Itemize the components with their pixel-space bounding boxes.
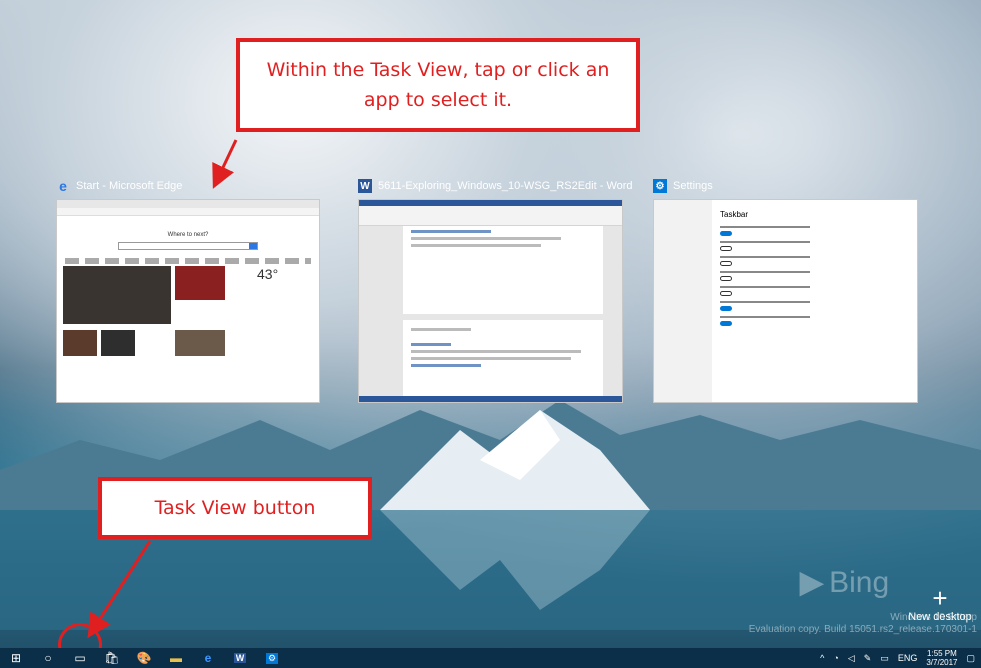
chevron-up-icon[interactable]: ^ [820,653,824,663]
arrow-to-edge [212,139,238,189]
window-title: Start - Microsoft Edge [76,180,183,192]
news-card [101,330,135,356]
start-icon[interactable]: ⊞ [0,648,32,668]
evaluation-watermark: Windows 10 Enterp Evaluation copy. Build… [749,612,977,636]
word-status-bar [359,396,622,402]
text-line [411,230,491,233]
file-explorer-icon[interactable]: ▬ [160,648,192,668]
text-line [411,357,571,360]
news-card [175,266,225,300]
settings-icon[interactable]: ⚙ [256,648,288,668]
option-label [720,226,810,228]
option-label [720,271,810,273]
word-document-area [359,226,622,402]
edge-search-heading: Where to next? [167,232,209,238]
text-line [411,244,541,247]
word-icon: W [358,179,372,193]
edge-address-bar [57,208,319,216]
toggle [720,276,732,281]
word-thumbnail[interactable] [358,199,623,403]
network-icon[interactable]: ◔ [833,653,838,663]
word-page [403,320,603,402]
edge-icon[interactable]: e [192,648,224,668]
window-header: e Start - Microsoft Edge [56,177,320,195]
edge-icon: e [59,178,67,194]
bing-logo: ▶ Bing [800,566,890,599]
option-label [720,256,810,258]
task-view-icon[interactable]: ▭ [64,648,96,668]
news-card [63,266,171,324]
clock-time: 1:55 PM [927,649,957,658]
settings-thumbnail[interactable]: Taskbar [653,199,918,403]
bing-text: Bing [829,566,890,599]
watermark-line-1: Windows 10 Enterp [890,612,977,623]
option-label [720,241,810,243]
toggle [720,321,732,326]
edge-news-nav [65,258,311,264]
watermark-line-2: Evaluation copy. Build 15051.rs2_release… [748,624,977,635]
settings-sidebar [654,200,712,402]
news-card [175,330,225,356]
edge-thumbnail[interactable]: Where to next? 43° [56,199,320,403]
clock-date: 3/7/2017 [926,658,958,667]
settings-options [720,224,870,331]
edge-search-box [118,242,258,250]
callout-select-app: Within the Task View, tap or click an ap… [236,38,640,132]
option-label [720,316,810,318]
keyboard-icon[interactable]: ▭ [880,653,889,664]
settings-heading: Taskbar [720,210,749,219]
toggle [720,231,732,236]
window-title: Settings [673,180,713,192]
paint-icon[interactable]: 🎨 [128,648,160,668]
toggle [720,246,732,251]
window-header: ⚙ Settings [653,177,918,195]
clock[interactable]: 1:55 PM 3/7/2017 [926,649,957,667]
volume-icon[interactable]: ◁ [848,653,855,664]
word-page [403,226,603,314]
notifications-icon[interactable]: ▢ [966,653,975,664]
language-indicator[interactable]: ENG [898,653,918,663]
task-view-window-word[interactable]: W 5611-Exploring_Windows_10-WSG_RS2Edit … [358,177,633,403]
edge-tab-bar [57,200,319,208]
plus-icon: + [932,583,948,613]
text-line [411,328,471,331]
option-label [720,286,810,288]
toggle [720,306,732,311]
text-line [411,364,481,367]
task-view-window-settings[interactable]: ⚙ Settings Taskbar [653,177,918,403]
window-title: 5611-Exploring_Windows_10-WSG_RS2Edit - … [378,180,633,192]
task-view-window-edge[interactable]: e Start - Microsoft Edge Where to next? … [56,177,320,403]
weather-widget: 43° [257,266,317,326]
window-header: W 5611-Exploring_Windows_10-WSG_RS2Edit … [358,177,633,195]
news-card [63,330,97,356]
weather-temperature: 43° [257,266,279,282]
pen-icon[interactable]: ✎ [864,653,872,664]
taskbar: ⊞ ○ ▭ 🛍 🎨 ▬ e W ⚙ ^ ◔ ◁ ✎ ▭ ENG 1:55 PM … [0,648,981,668]
text-line [411,343,451,346]
text-line [411,237,561,240]
system-tray: ^ ◔ ◁ ✎ ▭ ENG 1:55 PM 3/7/2017 ▢ [820,648,981,668]
toggle [720,261,732,266]
store-icon[interactable]: 🛍 [96,648,128,668]
word-ribbon [359,206,622,226]
gear-icon: ⚙ [653,179,667,193]
toggle [720,291,732,296]
cortana-icon[interactable]: ○ [32,648,64,668]
edge-news-grid [63,266,253,396]
text-line [411,350,581,353]
word-icon[interactable]: W [224,648,256,668]
option-label [720,301,810,303]
callout-task-view-button: Task View button [98,477,372,539]
